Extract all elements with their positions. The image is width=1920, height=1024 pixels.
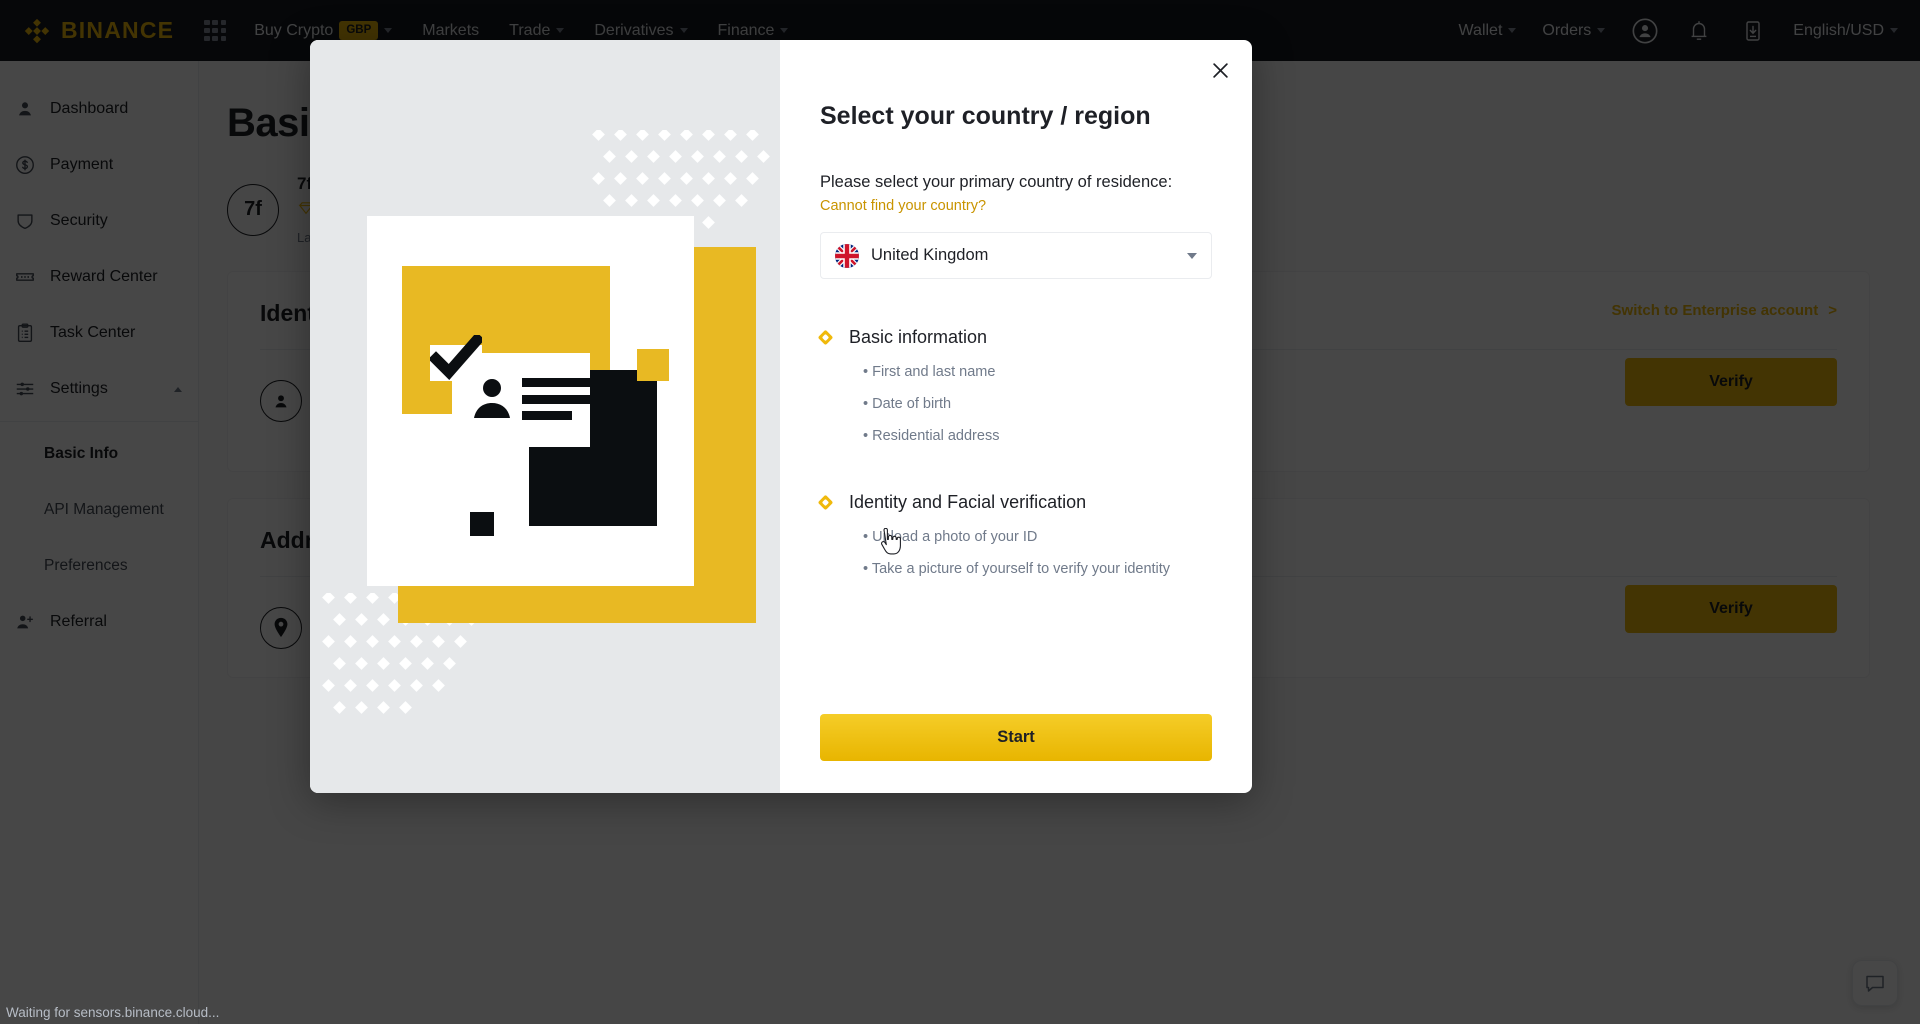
person-photo-icon bbox=[474, 379, 510, 418]
diamond-bullet-icon bbox=[817, 329, 834, 346]
united-kingdom-flag-icon bbox=[835, 243, 859, 268]
country-selection-modal: Select your country / region Please sele… bbox=[310, 40, 1252, 793]
diamond-bullet-icon bbox=[817, 494, 834, 511]
section-header: Identity and Facial verification bbox=[817, 492, 1212, 513]
id-text-lines-icon bbox=[522, 378, 594, 420]
section-header: Basic information bbox=[817, 327, 1212, 348]
modal-title: Select your country / region bbox=[820, 102, 1151, 130]
browser-status-text: Waiting for sensors.binance.cloud... bbox=[6, 1005, 220, 1020]
close-icon[interactable] bbox=[1206, 56, 1234, 84]
section-title: Identity and Facial verification bbox=[849, 492, 1087, 512]
chevron-down-icon bbox=[1187, 252, 1197, 259]
modal-illustration-panel bbox=[310, 40, 780, 793]
illustration-black-square bbox=[470, 512, 494, 536]
section-list-item: • Upload a photo of your ID bbox=[863, 529, 1038, 545]
section-list-item: • Residential address bbox=[863, 428, 1000, 444]
section-list-item: • Date of birth bbox=[863, 396, 952, 412]
illustration-yellow-square bbox=[637, 349, 669, 381]
cannot-find-country-link[interactable]: Cannot find your country? bbox=[820, 198, 1212, 214]
section-title: Basic information bbox=[849, 327, 988, 347]
basic-information-section: Basic information • First and last name … bbox=[817, 327, 1212, 444]
country-select-value: United Kingdom bbox=[871, 246, 989, 264]
country-select[interactable]: United Kingdom bbox=[820, 232, 1212, 279]
section-list-item: • Take a picture of yourself to verify y… bbox=[863, 561, 1171, 577]
start-button[interactable]: Start bbox=[820, 714, 1212, 761]
modal-form-panel: Select your country / region Please sele… bbox=[780, 40, 1252, 793]
modal-subtitle: Please select your primary country of re… bbox=[820, 173, 1173, 191]
section-list-item: • First and last name bbox=[863, 364, 996, 380]
identity-facial-verification-section: Identity and Facial verification • Uploa… bbox=[817, 492, 1212, 577]
